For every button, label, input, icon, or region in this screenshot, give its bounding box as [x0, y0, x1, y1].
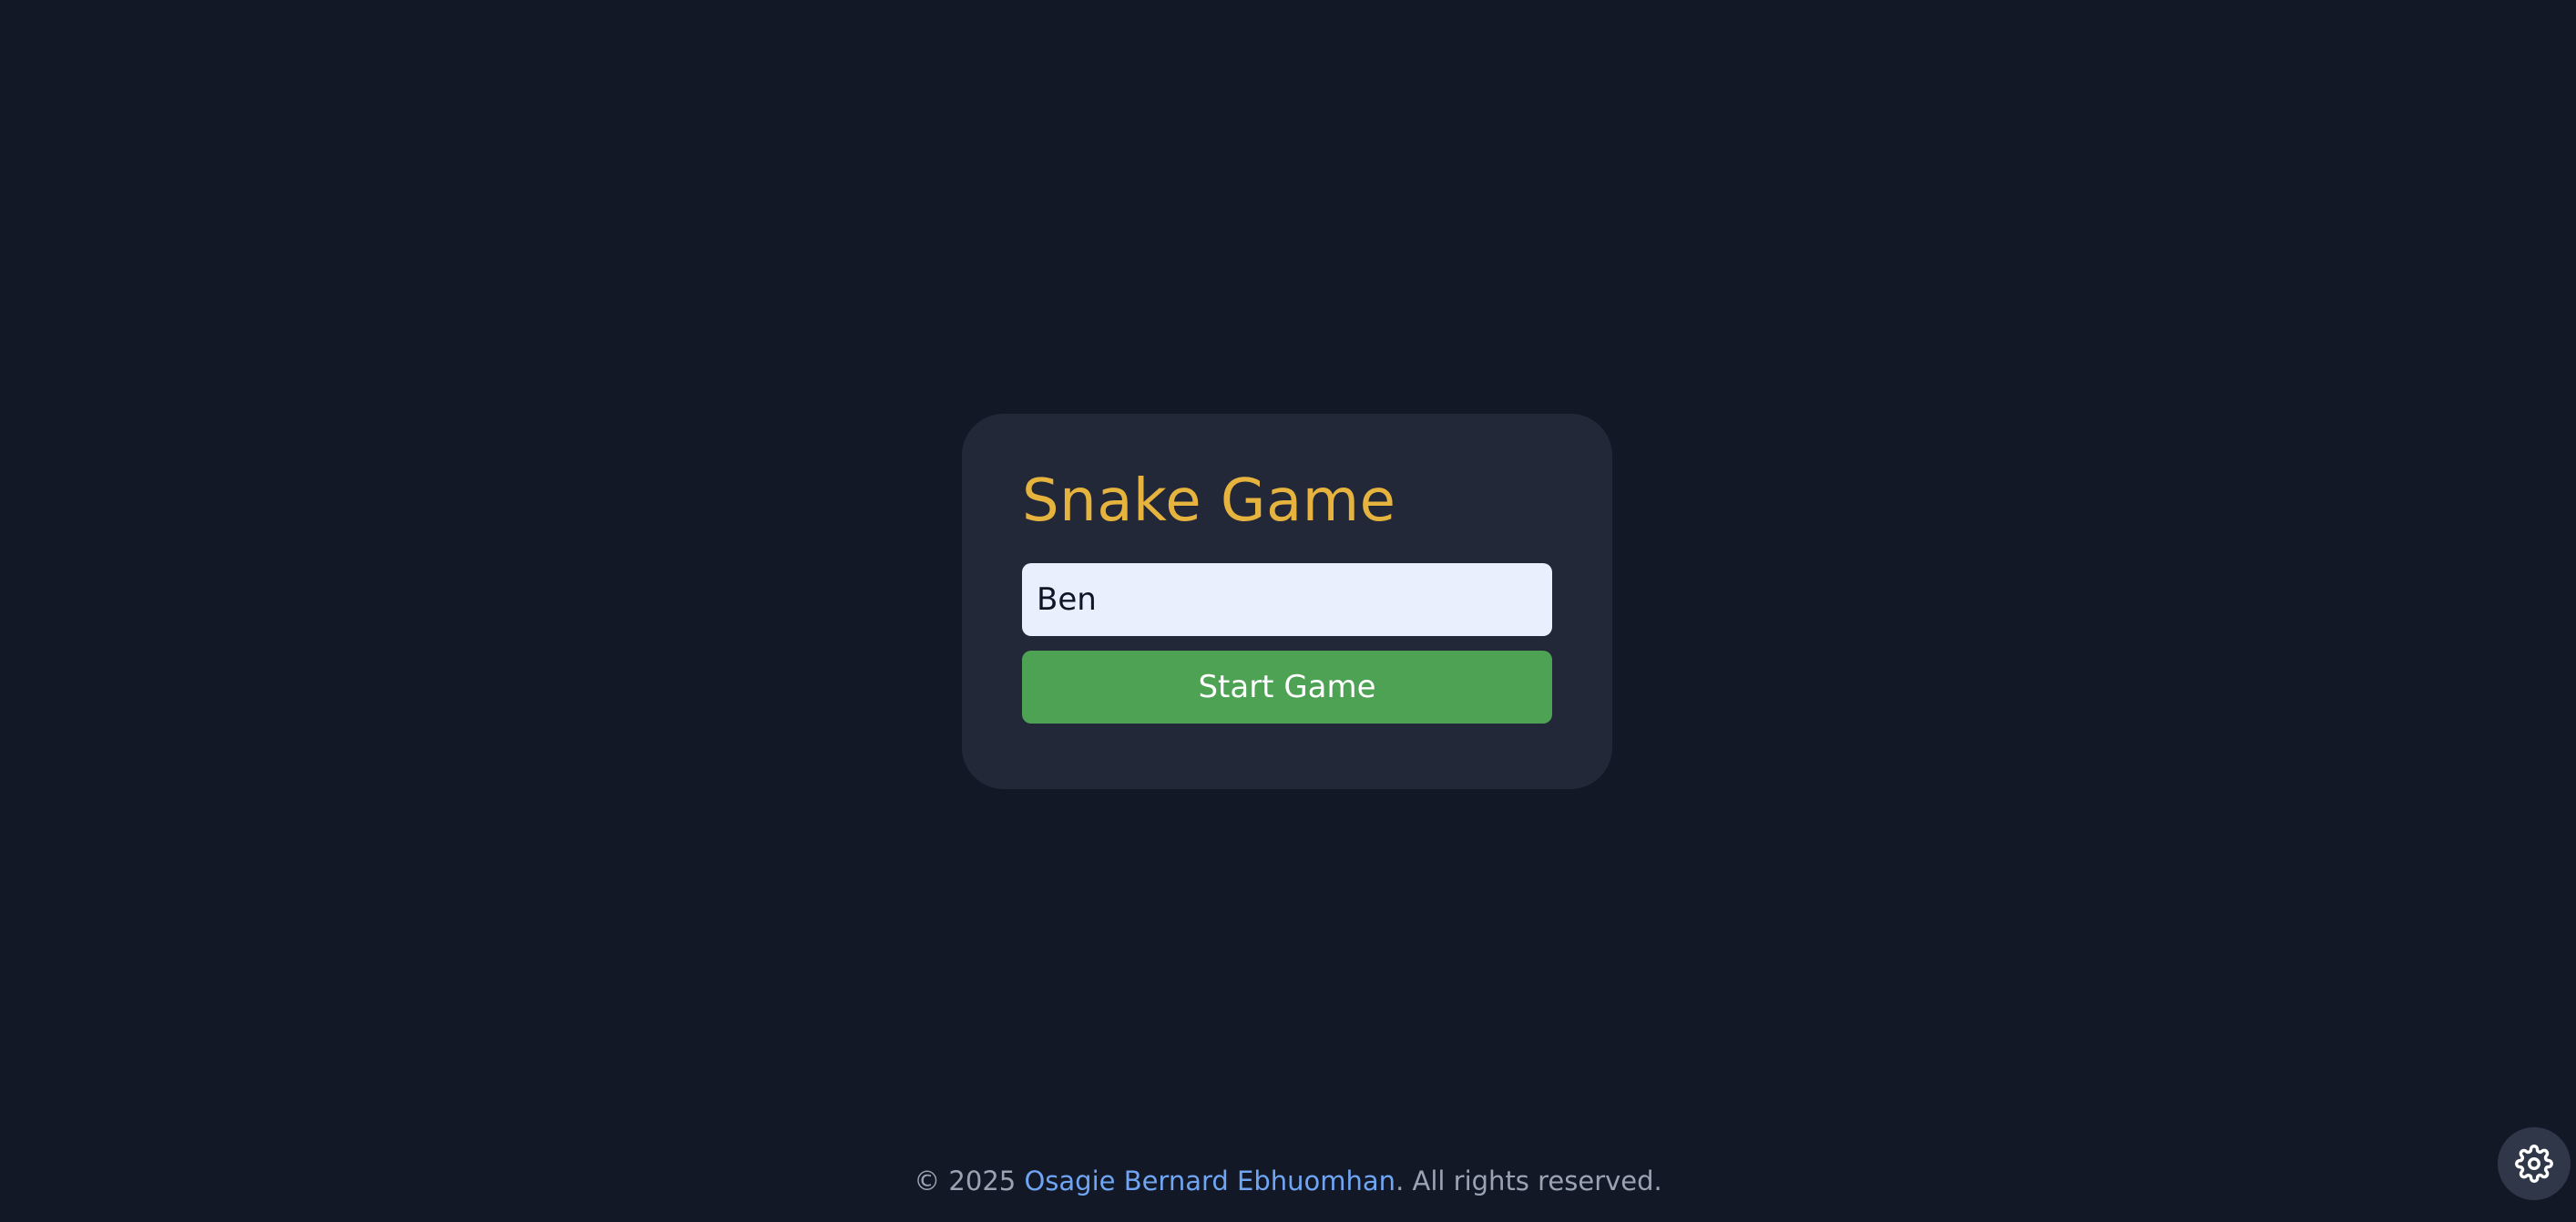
author-link[interactable]: Osagie Bernard Ebhuomhan — [1024, 1166, 1395, 1196]
settings-button[interactable] — [2498, 1127, 2571, 1200]
start-game-button[interactable]: Start Game — [1022, 651, 1552, 724]
footer-rights: . All rights reserved. — [1395, 1166, 1662, 1196]
player-name-input[interactable] — [1022, 563, 1552, 636]
page: Snake Game Start Game © 2025 Osagie Bern… — [0, 0, 2576, 1222]
gear-icon — [2515, 1145, 2553, 1183]
footer-copyright: © 2025 — [914, 1166, 1025, 1196]
start-card: Snake Game Start Game — [962, 414, 1612, 789]
footer: © 2025 Osagie Bernard Ebhuomhan. All rig… — [0, 1163, 2576, 1199]
page-title: Snake Game — [1022, 467, 1396, 535]
